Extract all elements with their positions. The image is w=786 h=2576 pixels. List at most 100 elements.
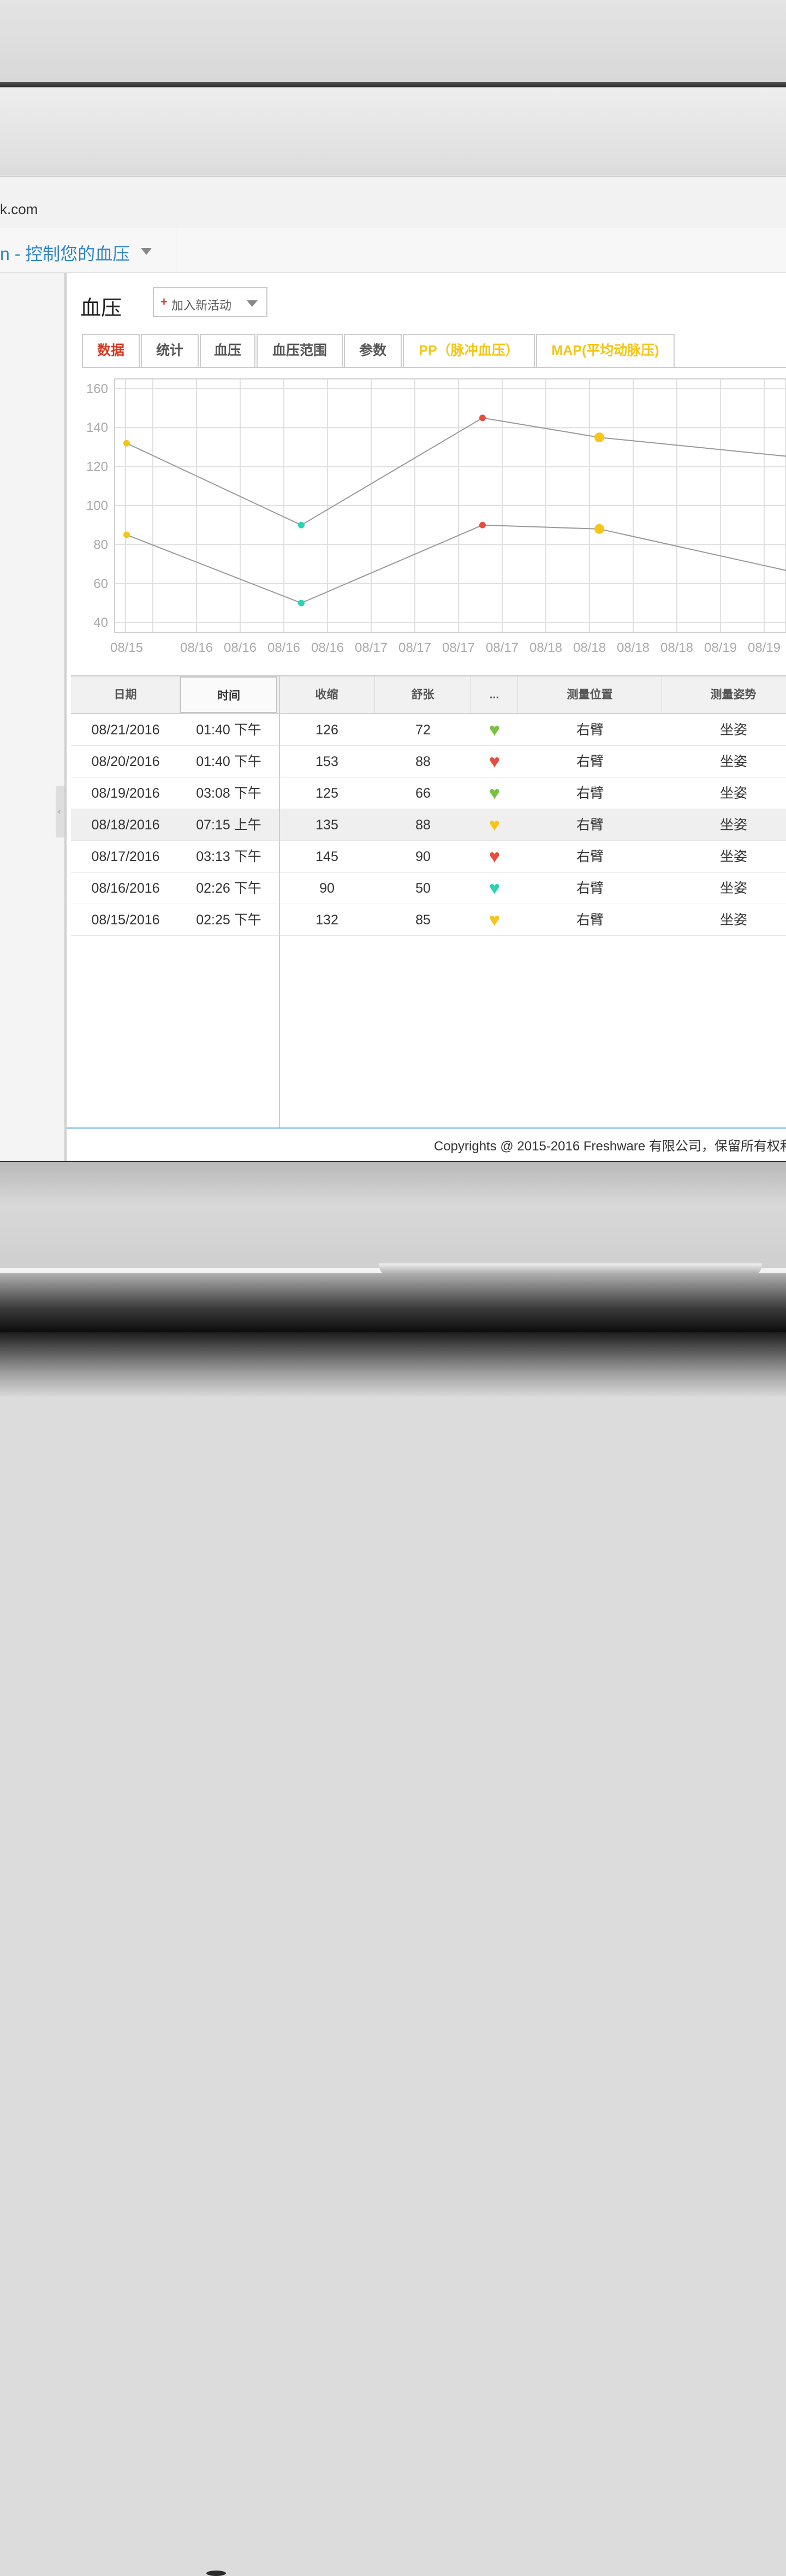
heart-status-icon: ♥ bbox=[489, 751, 501, 772]
table-row[interactable]: 08/19/2016 03:08 下午 125 66 右臂 坐姿 ♥ bbox=[71, 777, 786, 809]
tab-mean-arterial-pressure[interactable]: MAP(平均动脉压) bbox=[536, 334, 675, 367]
cell-time: 01:40 下午 bbox=[196, 754, 261, 769]
chevron-left-icon: ‹ bbox=[58, 807, 61, 816]
cell-systolic: 145 bbox=[315, 849, 338, 864]
cell-diastolic: 88 bbox=[415, 817, 431, 833]
x-tick-label: 08/18 bbox=[529, 640, 562, 655]
chevron-down-icon[interactable] bbox=[141, 248, 152, 255]
laptop-shadow bbox=[0, 1332, 786, 1398]
column-header-date[interactable]: 日期 bbox=[71, 676, 180, 713]
table-row[interactable]: 08/20/2016 01:40 下午 153 88 右臂 坐姿 ♥ bbox=[71, 746, 786, 777]
plus-icon: + bbox=[160, 295, 168, 308]
column-header-diastolic[interactable]: 舒张 bbox=[375, 676, 471, 713]
bp-line-chart: 40 60 80 100 120 140 160 08/15 08/16 08/16 08/16 08… bbox=[86, 378, 786, 655]
laptop-base bbox=[0, 1273, 786, 2576]
cell-date: 08/18/2016 bbox=[91, 817, 160, 833]
x-tick-label: 08/15 bbox=[110, 640, 143, 655]
main-panel: 血压 + 加入新活动 数据 统计 血压 血压范围 参数 PP（脉冲血压） MAP… bbox=[67, 273, 786, 1161]
cell-position: 右臂 bbox=[576, 722, 604, 738]
y-tick-label: 160 bbox=[86, 382, 108, 396]
cell-position: 右臂 bbox=[576, 912, 604, 928]
x-tick-label: 08/16 bbox=[224, 640, 257, 655]
y-tick-label: 120 bbox=[86, 460, 108, 474]
footer: Copyrights @ 2015-2016 Freshware 有限公司，保留… bbox=[67, 1127, 786, 1161]
table-row[interactable]: 08/21/2016 01:40 下午 126 72 右臂 坐姿 ♥ bbox=[71, 714, 786, 746]
cell-time: 03:13 下午 bbox=[196, 849, 261, 864]
heart-status-icon: ♥ bbox=[489, 720, 501, 740]
x-tick-label: 08/18 bbox=[617, 640, 650, 655]
cell-position: 右臂 bbox=[576, 786, 604, 801]
column-header-posture[interactable]: 测量姿势 bbox=[662, 676, 786, 713]
cell-systolic: 90 bbox=[319, 881, 335, 896]
y-tick-label: 140 bbox=[86, 420, 108, 435]
tab-data[interactable]: 数据 bbox=[82, 334, 140, 367]
table-row[interactable]: 08/15/2016 02:25 下午 132 85 右臂 坐姿 ♥ bbox=[71, 904, 786, 936]
tab-parameters[interactable]: 参数 bbox=[344, 334, 402, 367]
table-row[interactable]: 08/16/2016 02:26 下午 90 50 右臂 坐姿 ♥ bbox=[71, 872, 786, 904]
cell-posture: 坐姿 bbox=[719, 786, 747, 801]
add-activity-dropdown[interactable]: + 加入新活动 bbox=[153, 287, 267, 317]
sidebar: ‹ bbox=[0, 273, 67, 1161]
cell-date: 08/21/2016 bbox=[91, 722, 160, 738]
tab-bp-range[interactable]: 血压范围 bbox=[257, 334, 343, 367]
table-row[interactable]: 08/18/2016 07:15 上午 135 88 右臂 坐姿 ♥ bbox=[71, 809, 786, 841]
data-point bbox=[298, 521, 305, 529]
cell-posture: 坐姿 bbox=[719, 849, 747, 864]
y-tick-label: 80 bbox=[93, 537, 108, 552]
cell-diastolic: 90 bbox=[415, 849, 431, 864]
sidebar-collapse-handle[interactable]: ‹ bbox=[56, 786, 64, 838]
data-point bbox=[123, 531, 130, 538]
url-text[interactable]: k.com bbox=[0, 201, 38, 218]
y-tick-label: 100 bbox=[86, 498, 108, 513]
cell-position: 右臂 bbox=[576, 817, 604, 833]
x-tick-label: 08/19 bbox=[704, 640, 737, 655]
cell-date: 08/17/2016 bbox=[91, 849, 160, 864]
x-tick-label: 08/17 bbox=[398, 640, 431, 655]
cell-date: 08/19/2016 bbox=[91, 786, 160, 801]
y-tick-label: 40 bbox=[93, 615, 108, 630]
x-tick-label: 08/18 bbox=[573, 640, 606, 655]
cell-diastolic: 88 bbox=[415, 754, 431, 769]
cell-diastolic: 72 bbox=[415, 722, 431, 738]
tab-pulse-pressure[interactable]: PP（脉冲血压） bbox=[403, 334, 535, 367]
column-header-status[interactable]: ... bbox=[471, 676, 518, 713]
cell-posture: 坐姿 bbox=[719, 754, 747, 769]
tab-blood-pressure[interactable]: 血压 bbox=[200, 334, 255, 367]
heart-status-icon: ♥ bbox=[489, 783, 501, 804]
tab-bar: 数据 统计 血压 血压范围 参数 PP（脉冲血压） MAP(平均动脉压) bbox=[82, 334, 786, 368]
x-tick-label: 08/16 bbox=[311, 640, 344, 655]
tab-statistics[interactable]: 统计 bbox=[141, 334, 199, 367]
x-tick-label: 08/19 bbox=[748, 640, 781, 655]
x-tick-label: 08/18 bbox=[660, 640, 693, 655]
app-title[interactable]: n - 控制您的血压 bbox=[0, 240, 130, 265]
table-row[interactable]: 08/17/2016 03:13 下午 145 90 右臂 坐姿 ♥ bbox=[71, 841, 786, 872]
y-tick-label: 60 bbox=[93, 577, 108, 591]
cell-time: 02:25 下午 bbox=[196, 912, 261, 928]
laptop-indicator bbox=[206, 2571, 226, 2576]
tab-underline bbox=[82, 367, 786, 368]
column-header-systolic[interactable]: 收缩 bbox=[279, 676, 375, 713]
cell-position: 右臂 bbox=[576, 849, 604, 864]
x-tick-label: 08/16 bbox=[180, 640, 213, 655]
cell-posture: 坐姿 bbox=[719, 722, 747, 738]
cell-systolic: 125 bbox=[315, 786, 338, 801]
cell-time: 02:26 下午 bbox=[196, 881, 261, 896]
laptop-bezel-edge bbox=[0, 82, 786, 87]
cell-systolic: 135 bbox=[315, 817, 338, 833]
cell-diastolic: 66 bbox=[415, 786, 431, 801]
cell-time: 03:08 下午 bbox=[196, 786, 261, 801]
page-title: 血压 bbox=[80, 297, 122, 320]
column-header-time[interactable]: 时间 bbox=[180, 676, 277, 713]
heart-status-icon: ♥ bbox=[489, 815, 501, 835]
laptop-hinge bbox=[0, 1161, 786, 1269]
x-tick-label: 08/17 bbox=[486, 640, 519, 655]
bp-data-table: 日期 时间 收缩 舒张 ... 测量位置 测量姿势 08/21/2016 01:4… bbox=[71, 675, 786, 1131]
cell-systolic: 132 bbox=[315, 912, 338, 928]
column-header-position[interactable]: 测量位置 bbox=[518, 676, 662, 713]
data-point bbox=[479, 414, 486, 422]
browser-url-bar[interactable]: k.com bbox=[0, 176, 786, 228]
data-point bbox=[479, 521, 486, 529]
data-point bbox=[594, 432, 604, 443]
heart-status-icon: ♥ bbox=[489, 878, 501, 899]
data-point bbox=[298, 600, 305, 607]
